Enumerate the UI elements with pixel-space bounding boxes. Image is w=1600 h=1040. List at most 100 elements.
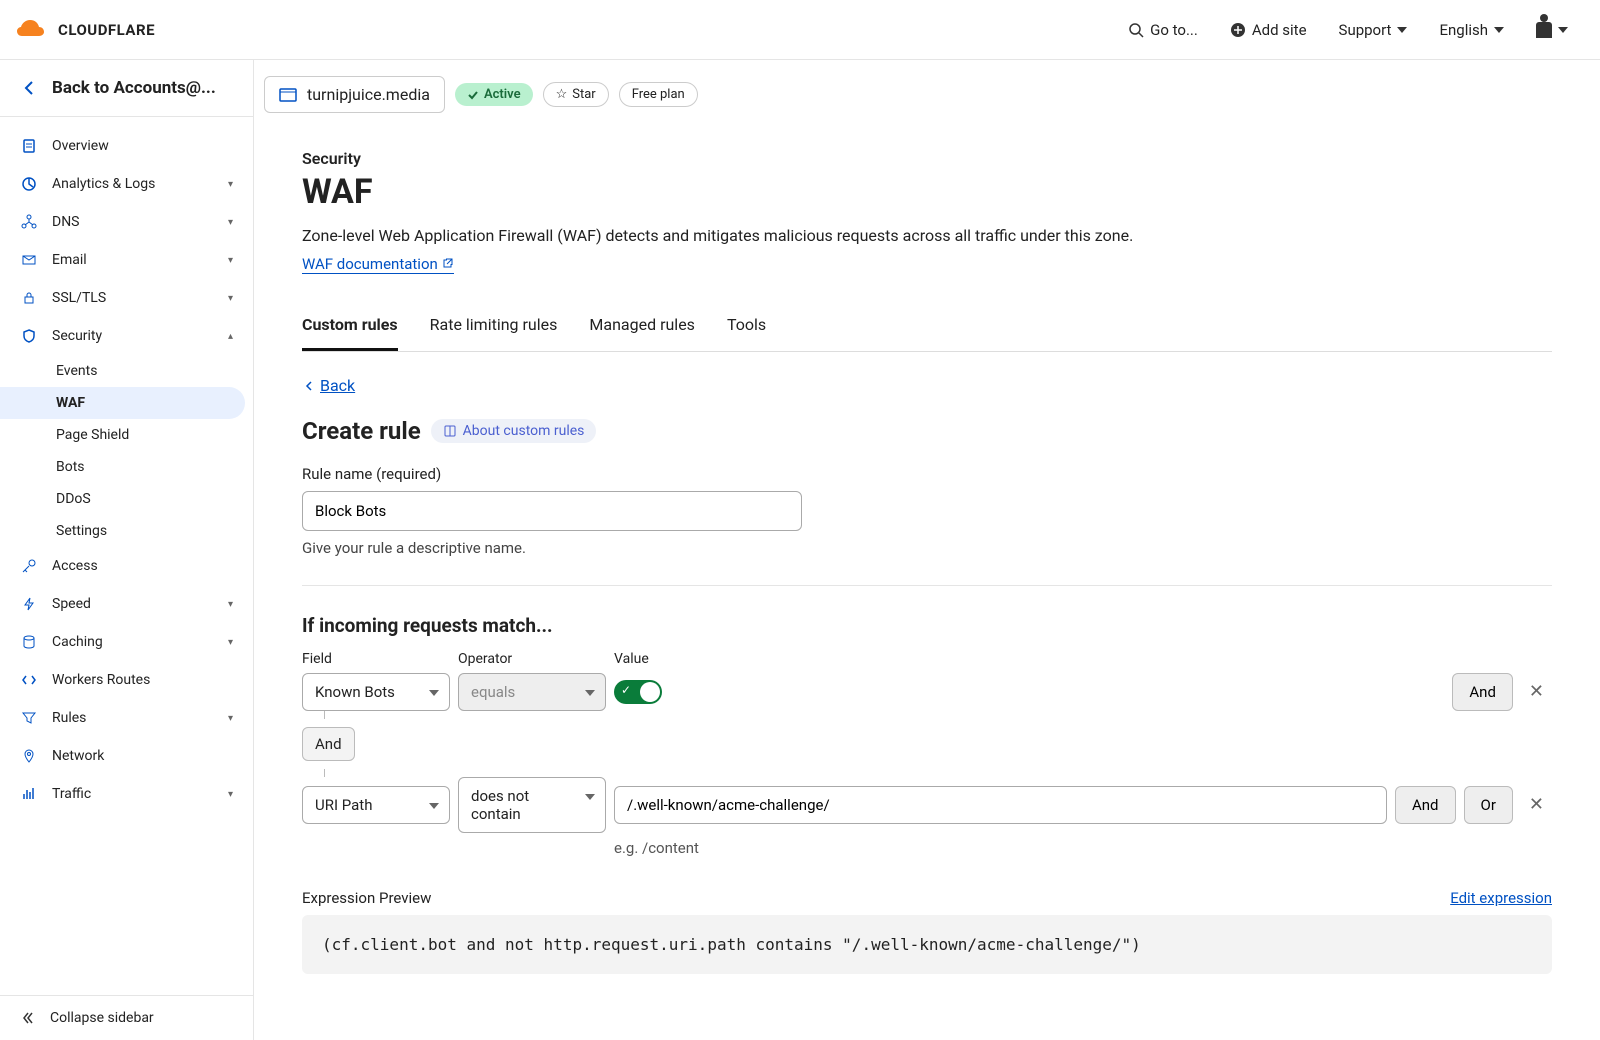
external-link-icon <box>442 257 454 269</box>
tab-rate-limiting[interactable]: Rate limiting rules <box>430 301 558 351</box>
sidebar-item-rules[interactable]: Rules▾ <box>0 699 253 737</box>
chevron-down-icon: ▾ <box>228 637 233 648</box>
sidebar-sub-settings[interactable]: Settings <box>0 515 253 547</box>
cloud-icon <box>16 18 52 42</box>
edit-expression-link[interactable]: Edit expression <box>1450 889 1552 907</box>
plus-circle-icon <box>1230 22 1246 38</box>
sidebar-item-analytics[interactable]: Analytics & Logs▾ <box>0 165 253 203</box>
about-custom-rules[interactable]: About custom rules <box>431 419 597 443</box>
back-link[interactable]: Back <box>302 376 355 395</box>
sidebar-item-dns[interactable]: DNS▾ <box>0 203 253 241</box>
field-select-1[interactable]: Known Bots <box>302 673 450 711</box>
sidebar-sub-page-shield[interactable]: Page Shield <box>0 419 253 451</box>
or-button-2[interactable]: Or <box>1464 786 1513 824</box>
traffic-icon <box>20 785 38 803</box>
location-icon <box>20 747 38 765</box>
chevron-down-icon: ▾ <box>228 217 233 228</box>
tab-tools[interactable]: Tools <box>727 301 766 351</box>
chevron-down-icon: ▾ <box>228 293 233 304</box>
mail-icon <box>20 251 38 269</box>
lock-icon <box>20 289 38 307</box>
breadcrumb: Security <box>302 149 1552 168</box>
logo[interactable]: CLOUDFLARE <box>16 18 155 42</box>
tab-managed-rules[interactable]: Managed rules <box>589 301 695 351</box>
rule-name-label: Rule name (required) <box>302 465 1552 483</box>
sidebar-item-speed[interactable]: Speed▾ <box>0 585 253 623</box>
code-icon <box>20 671 38 689</box>
chevron-up-icon: ▴ <box>228 331 233 342</box>
value-label: Value <box>614 651 649 667</box>
join-and[interactable]: And <box>302 727 355 761</box>
arrow-left-icon <box>302 379 316 393</box>
expression-preview: (cf.client.bot and not http.request.uri.… <box>302 915 1552 974</box>
star-icon: ☆ <box>556 87 568 102</box>
sidebar-item-workers[interactable]: Workers Routes <box>0 661 253 699</box>
operator-select-2[interactable]: does not contain <box>458 777 606 833</box>
field-select-2[interactable]: URI Path <box>302 786 450 824</box>
sidebar-item-traffic[interactable]: Traffic▾ <box>0 775 253 813</box>
bolt-icon <box>20 595 38 613</box>
rule-name-hint: Give your rule a descriptive name. <box>302 539 1552 557</box>
back-to-accounts[interactable]: Back to Accounts@... <box>0 60 253 117</box>
collapse-sidebar[interactable]: Collapse sidebar <box>0 995 253 1040</box>
sidebar-sub-bots[interactable]: Bots <box>0 451 253 483</box>
expression-label: Expression Preview <box>302 889 431 907</box>
status-badge: Active <box>455 83 533 106</box>
collapse-icon <box>20 1010 36 1026</box>
chevron-down-icon <box>1494 27 1504 33</box>
page-description: Zone-level Web Application Firewall (WAF… <box>302 226 1552 245</box>
sidebar-item-email[interactable]: Email▾ <box>0 241 253 279</box>
chart-icon <box>20 175 38 193</box>
match-title: If incoming requests match... <box>302 614 1552 637</box>
chevron-down-icon: ▾ <box>228 255 233 266</box>
remove-row-1[interactable]: ✕ <box>1521 677 1552 706</box>
logo-text: CLOUDFLARE <box>58 21 155 39</box>
tabs: Custom rules Rate limiting rules Managed… <box>302 301 1552 352</box>
page-title: WAF <box>302 172 1552 212</box>
check-icon <box>467 89 479 101</box>
field-label: Field <box>302 651 450 667</box>
operator-select-1: equals <box>458 673 606 711</box>
database-icon <box>20 633 38 651</box>
and-button-1[interactable]: And <box>1452 673 1513 711</box>
value-toggle-1[interactable] <box>614 680 662 704</box>
doc-link[interactable]: WAF documentation <box>302 255 454 274</box>
add-site-button[interactable]: Add site <box>1214 13 1323 47</box>
user-icon <box>1536 22 1552 38</box>
account-menu[interactable] <box>1520 14 1584 46</box>
goto-button[interactable]: Go to... <box>1112 13 1214 47</box>
create-rule-title: Create rule <box>302 417 421 445</box>
star-button[interactable]: ☆Star <box>543 82 609 107</box>
book-icon <box>443 424 457 438</box>
sidebar-sub-events[interactable]: Events <box>0 355 253 387</box>
browser-icon <box>279 88 297 102</box>
arrow-left-icon <box>20 79 38 97</box>
funnel-icon <box>20 709 38 727</box>
chevron-down-icon: ▾ <box>228 713 233 724</box>
sidebar-sub-ddos[interactable]: DDoS <box>0 483 253 515</box>
sidebar-item-access[interactable]: Access <box>0 547 253 585</box>
language-menu[interactable]: English <box>1423 13 1520 47</box>
operator-label: Operator <box>458 651 606 667</box>
sidebar-item-ssl[interactable]: SSL/TLS▾ <box>0 279 253 317</box>
remove-row-2[interactable]: ✕ <box>1521 790 1552 819</box>
sidebar-sub-waf[interactable]: WAF <box>0 387 245 419</box>
sidebar-item-network[interactable]: Network <box>0 737 253 775</box>
clipboard-icon <box>20 137 38 155</box>
sidebar-item-caching[interactable]: Caching▾ <box>0 623 253 661</box>
tab-custom-rules[interactable]: Custom rules <box>302 301 398 351</box>
sidebar-item-security[interactable]: Security▴ <box>0 317 253 355</box>
plan-badge[interactable]: Free plan <box>619 82 698 107</box>
sidebar-item-overview[interactable]: Overview <box>0 127 253 165</box>
support-menu[interactable]: Support <box>1323 13 1424 47</box>
access-icon <box>20 557 38 575</box>
and-button-2[interactable]: And <box>1395 786 1456 824</box>
value-input-2[interactable] <box>614 786 1387 824</box>
dns-icon <box>20 213 38 231</box>
shield-icon <box>20 327 38 345</box>
value-hint-2: e.g. /content <box>614 839 1552 857</box>
search-icon <box>1128 22 1144 38</box>
rule-name-input[interactable] <box>302 491 802 531</box>
site-chip[interactable]: turnipjuice.media <box>264 76 445 113</box>
chevron-down-icon: ▾ <box>228 789 233 800</box>
